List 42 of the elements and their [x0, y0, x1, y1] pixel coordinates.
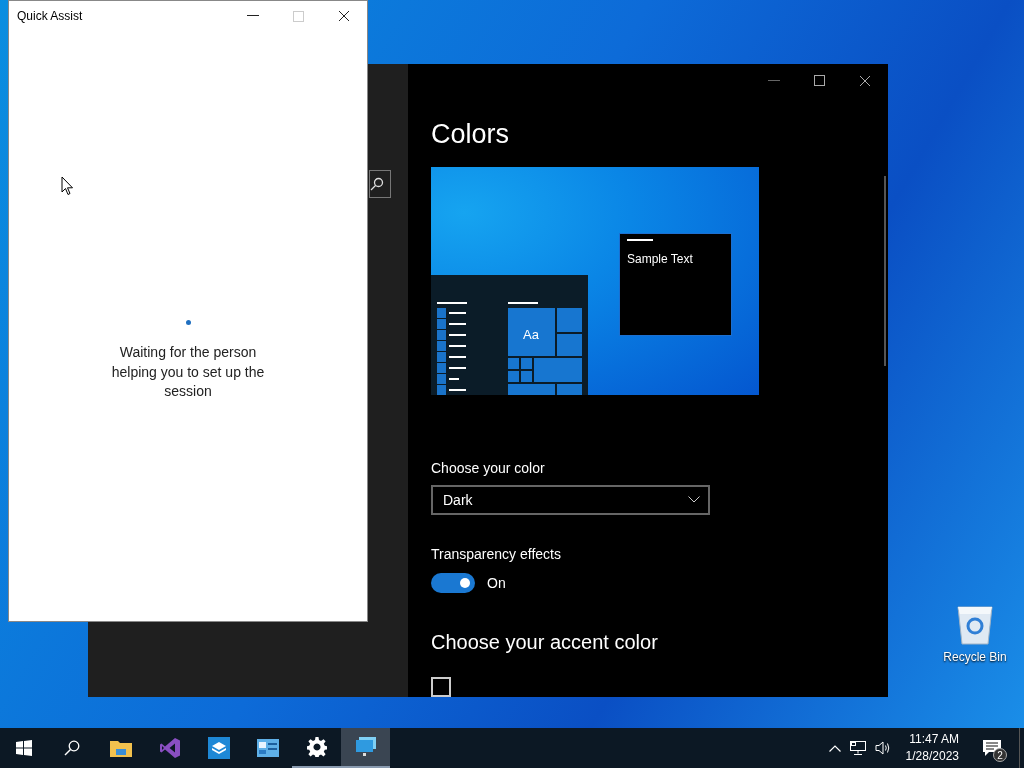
close-icon[interactable]	[859, 74, 871, 87]
shortcut-label: Recycle Bin	[943, 650, 1007, 664]
monitor-icon	[354, 736, 377, 758]
toggle-state: On	[487, 575, 506, 591]
title-line-icon	[627, 239, 653, 242]
infinity-bracket-icon	[158, 737, 181, 759]
search-icon	[370, 177, 384, 191]
scrollbar[interactable]	[884, 176, 886, 366]
window-title: Quick Assist	[17, 9, 83, 23]
windows-logo-icon	[16, 740, 32, 756]
setting-label: Transparency effects	[431, 546, 561, 562]
chevron-down-icon	[688, 496, 700, 504]
dropdown-value: Dark	[443, 491, 473, 508]
minimize-icon[interactable]	[247, 15, 259, 17]
network-icon[interactable]	[849, 741, 866, 755]
section-heading: Choose your accent color	[431, 631, 658, 654]
tile-label: Aa	[523, 326, 539, 342]
maximize-icon[interactable]	[814, 75, 825, 87]
folder-icon	[109, 739, 132, 757]
page-title: Colors	[431, 119, 510, 152]
checkbox[interactable]	[431, 677, 451, 697]
settings-icon	[306, 737, 327, 757]
search-icon	[64, 740, 80, 756]
search-field[interactable]	[369, 170, 391, 198]
control-panel-icon	[256, 739, 279, 757]
desktop-shortcut[interactable]: Recycle Bin	[940, 602, 1010, 664]
clock[interactable]: 11:47 AM 1/28/2023	[899, 731, 965, 765]
field-label: Choose your color	[431, 459, 545, 476]
chevron-up-icon[interactable]	[828, 744, 841, 752]
notification-badge: 2	[993, 748, 1007, 762]
action-center-button[interactable]: 2	[974, 728, 1010, 768]
toggle-switch[interactable]	[431, 573, 475, 593]
clock-date: 1/28/2023	[905, 748, 959, 765]
progress-dot-icon	[185, 320, 191, 325]
sample-text: Sample Text	[627, 252, 693, 267]
status-message: Waiting for the person helping you to set up the session	[110, 343, 266, 401]
color-dropdown[interactable]: Dark	[431, 484, 710, 515]
speaker-icon[interactable]	[874, 741, 891, 755]
box-icon	[207, 737, 230, 759]
close-icon[interactable]	[338, 10, 350, 22]
clock-time: 11:47 AM	[909, 731, 959, 748]
mouse-pointer-icon	[61, 176, 74, 196]
